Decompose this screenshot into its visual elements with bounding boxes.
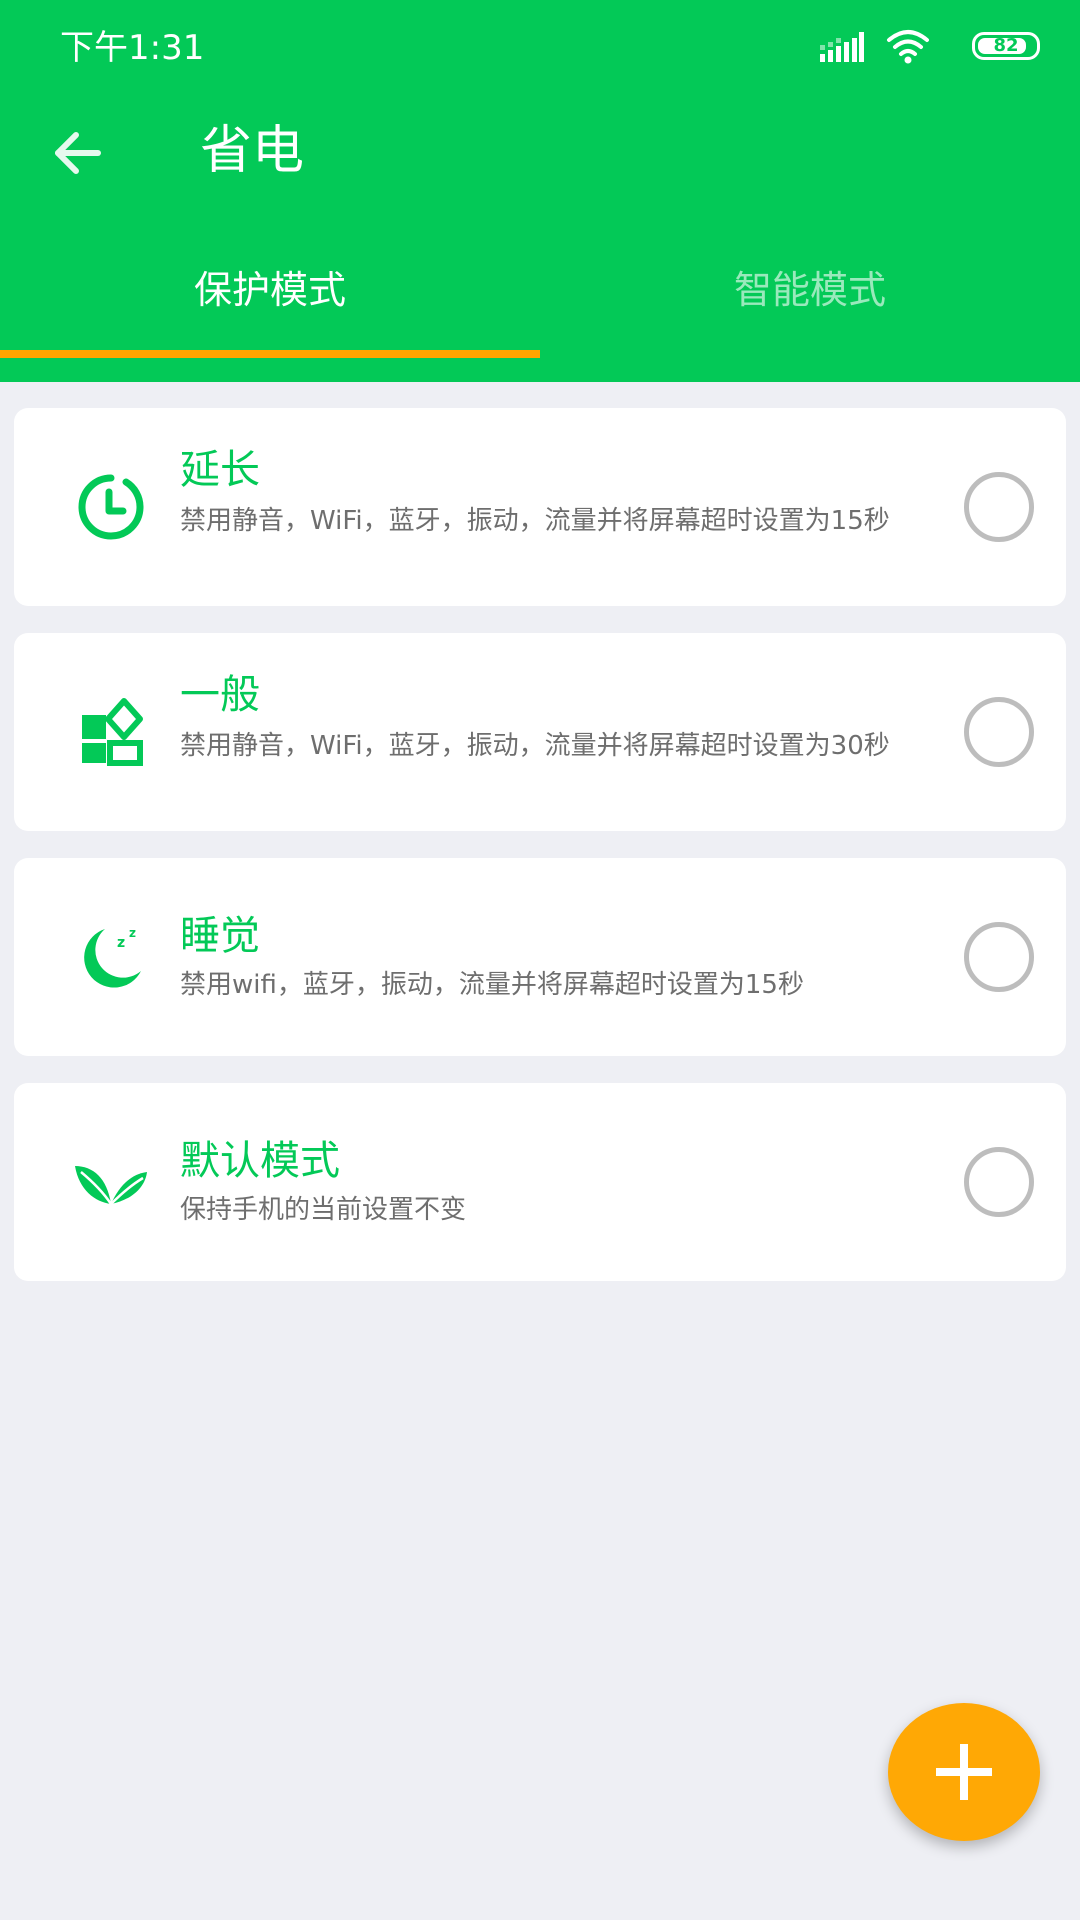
mode-description: 保持手机的当前设置不变 bbox=[180, 1195, 467, 1225]
mode-card-extend[interactable]: 延长 禁用静音，WiFi，蓝牙，振动，流量并将屏幕超时设置为15秒 bbox=[14, 408, 1066, 606]
mode-radio-normal[interactable] bbox=[964, 697, 1034, 767]
mode-description: 禁用静音，WiFi，蓝牙，振动，流量并将屏幕超时设置为30秒 bbox=[180, 731, 890, 761]
tab-indicator bbox=[0, 350, 540, 358]
battery-level: 82 bbox=[993, 35, 1019, 56]
shapes-icon bbox=[66, 687, 156, 777]
back-button[interactable] bbox=[44, 120, 110, 186]
mode-title: 睡觉 bbox=[180, 913, 260, 959]
mode-card-sleep[interactable]: z z 睡觉 禁用wifi，蓝牙，振动，流量并将屏幕超时设置为15秒 bbox=[14, 858, 1066, 1056]
svg-text:z: z bbox=[129, 926, 136, 940]
mode-card-normal[interactable]: 一般 禁用静音，WiFi，蓝牙，振动，流量并将屏幕超时设置为30秒 bbox=[14, 633, 1066, 831]
battery-icon: 82 bbox=[972, 32, 1040, 60]
mode-radio-sleep[interactable] bbox=[964, 922, 1034, 992]
mode-title: 延长 bbox=[180, 447, 260, 493]
leaf-icon bbox=[66, 1137, 156, 1227]
svg-text:z: z bbox=[117, 935, 125, 951]
mode-title: 一般 bbox=[180, 672, 260, 718]
mode-description: 禁用静音，WiFi，蓝牙，振动，流量并将屏幕超时设置为15秒 bbox=[180, 506, 890, 536]
arrow-left-icon bbox=[55, 132, 101, 174]
moon-sleep-icon: z z bbox=[66, 912, 156, 1002]
mode-radio-default[interactable] bbox=[964, 1147, 1034, 1217]
status-bar: 下午1:31 82 bbox=[0, 0, 1080, 96]
mode-card-default[interactable]: 默认模式 保持手机的当前设置不变 bbox=[14, 1083, 1066, 1281]
mode-description: 禁用wifi，蓝牙，振动，流量并将屏幕超时设置为15秒 bbox=[180, 970, 804, 1000]
plus-icon bbox=[936, 1744, 992, 1800]
tab-smart-mode[interactable]: 智能模式 bbox=[540, 258, 1080, 322]
mode-radio-extend[interactable] bbox=[964, 472, 1034, 542]
mode-title: 默认模式 bbox=[180, 1138, 340, 1184]
signal-icon bbox=[820, 32, 864, 62]
status-time: 下午1:31 bbox=[60, 28, 205, 68]
clock-icon bbox=[66, 462, 156, 552]
tab-protect-mode[interactable]: 保护模式 bbox=[0, 258, 540, 322]
header: 下午1:31 82 省电 保护模式 智能模式 bbox=[0, 0, 1080, 382]
add-mode-button[interactable] bbox=[888, 1703, 1040, 1841]
page-title: 省电 bbox=[200, 121, 305, 181]
wifi-icon bbox=[887, 30, 929, 64]
